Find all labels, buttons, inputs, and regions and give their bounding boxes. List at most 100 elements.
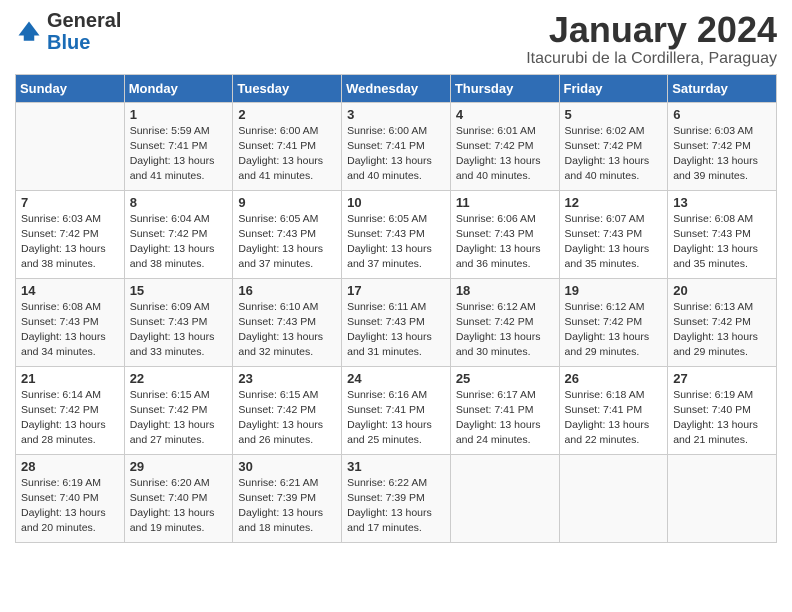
day-number: 11 (456, 195, 554, 210)
day-number: 14 (21, 283, 119, 298)
calendar-cell: 23 Sunrise: 6:15 AM Sunset: 7:42 PM Dayli… (233, 366, 342, 454)
day-info: Sunrise: 6:12 AM Sunset: 7:42 PM Dayligh… (565, 300, 663, 361)
day-number: 28 (21, 459, 119, 474)
calendar-cell: 1 Sunrise: 5:59 AM Sunset: 7:41 PM Daylig… (124, 102, 233, 190)
day-info: Sunrise: 6:03 AM Sunset: 7:42 PM Dayligh… (21, 212, 119, 273)
day-info: Sunrise: 6:06 AM Sunset: 7:43 PM Dayligh… (456, 212, 554, 273)
weekday-header-monday: Monday (124, 74, 233, 102)
day-info: Sunrise: 6:12 AM Sunset: 7:42 PM Dayligh… (456, 300, 554, 361)
day-info: Sunrise: 6:13 AM Sunset: 7:42 PM Dayligh… (673, 300, 771, 361)
title-block: January 2024 Itacurubi de la Cordillera,… (526, 10, 777, 68)
day-info: Sunrise: 6:04 AM Sunset: 7:42 PM Dayligh… (130, 212, 228, 273)
calendar-cell: 31Sunrise: 6:22 AM Sunset: 7:39 PM Dayli… (342, 454, 451, 542)
day-info: Sunrise: 6:05 AM Sunset: 7:43 PM Dayligh… (238, 212, 336, 273)
day-info: Sunrise: 6:21 AM Sunset: 7:39 PM Dayligh… (238, 476, 336, 537)
calendar-header: SundayMondayTuesdayWednesdayThursdayFrid… (16, 74, 777, 102)
day-number: 6 (673, 107, 771, 122)
calendar-cell: 11 Sunrise: 6:06 AM Sunset: 7:43 PM Dayli… (450, 190, 559, 278)
day-number: 7 (21, 195, 119, 210)
weekday-header-tuesday: Tuesday (233, 74, 342, 102)
day-info: Sunrise: 6:05 AM Sunset: 7:43 PM Dayligh… (347, 212, 445, 273)
logo: General Blue (15, 10, 121, 54)
calendar-cell: 13 Sunrise: 6:08 AM Sunset: 7:43 PM Dayli… (668, 190, 777, 278)
logo-icon (15, 18, 43, 46)
day-info: Sunrise: 6:00 AM Sunset: 7:41 PM Dayligh… (347, 124, 445, 185)
day-number: 26 (565, 371, 663, 386)
calendar-title: January 2024 (526, 10, 777, 50)
calendar-cell: 29 Sunrise: 6:20 AM Sunset: 7:40 PM Dayli… (124, 454, 233, 542)
day-number: 2 (238, 107, 336, 122)
day-number: 8 (130, 195, 228, 210)
day-number: 9 (238, 195, 336, 210)
calendar-week-row: 7 Sunrise: 6:03 AM Sunset: 7:42 PM Daylig… (16, 190, 777, 278)
day-number: 23 (238, 371, 336, 386)
calendar-week-row: 21 Sunrise: 6:14 AM Sunset: 7:42 PM Dayli… (16, 366, 777, 454)
calendar-cell: 5 Sunrise: 6:02 AM Sunset: 7:42 PM Daylig… (559, 102, 668, 190)
day-info: Sunrise: 6:08 AM Sunset: 7:43 PM Dayligh… (673, 212, 771, 273)
day-number: 15 (130, 283, 228, 298)
day-info: Sunrise: 6:20 AM Sunset: 7:40 PM Dayligh… (130, 476, 228, 537)
day-info: Sunrise: 6:07 AM Sunset: 7:43 PM Dayligh… (565, 212, 663, 273)
weekday-header-thursday: Thursday (450, 74, 559, 102)
calendar-cell: 18 Sunrise: 6:12 AM Sunset: 7:42 PM Dayli… (450, 278, 559, 366)
day-info: Sunrise: 6:15 AM Sunset: 7:42 PM Dayligh… (238, 388, 336, 449)
day-info: Sunrise: 6:11 AM Sunset: 7:43 PM Dayligh… (347, 300, 445, 361)
calendar-week-row: 28Sunrise: 6:19 AM Sunset: 7:40 PM Dayli… (16, 454, 777, 542)
calendar-cell (450, 454, 559, 542)
calendar-cell: 25 Sunrise: 6:17 AM Sunset: 7:41 PM Dayli… (450, 366, 559, 454)
calendar-cell: 6 Sunrise: 6:03 AM Sunset: 7:42 PM Daylig… (668, 102, 777, 190)
calendar-cell: 3 Sunrise: 6:00 AM Sunset: 7:41 PM Daylig… (342, 102, 451, 190)
calendar-body: 1 Sunrise: 5:59 AM Sunset: 7:41 PM Daylig… (16, 102, 777, 542)
calendar-cell: 20 Sunrise: 6:13 AM Sunset: 7:42 PM Dayli… (668, 278, 777, 366)
calendar-cell: 19Sunrise: 6:12 AM Sunset: 7:42 PM Dayli… (559, 278, 668, 366)
weekday-header-wednesday: Wednesday (342, 74, 451, 102)
day-info: Sunrise: 6:10 AM Sunset: 7:43 PM Dayligh… (238, 300, 336, 361)
calendar-cell: 7 Sunrise: 6:03 AM Sunset: 7:42 PM Daylig… (16, 190, 125, 278)
day-number: 10 (347, 195, 445, 210)
day-info: Sunrise: 6:17 AM Sunset: 7:41 PM Dayligh… (456, 388, 554, 449)
day-number: 13 (673, 195, 771, 210)
calendar-cell: 27Sunrise: 6:19 AM Sunset: 7:40 PM Dayli… (668, 366, 777, 454)
calendar-cell: 28Sunrise: 6:19 AM Sunset: 7:40 PM Dayli… (16, 454, 125, 542)
day-number: 22 (130, 371, 228, 386)
calendar-cell: 4Sunrise: 6:01 AM Sunset: 7:42 PM Daylig… (450, 102, 559, 190)
day-number: 17 (347, 283, 445, 298)
day-number: 24 (347, 371, 445, 386)
calendar-cell: 10 Sunrise: 6:05 AM Sunset: 7:43 PM Dayli… (342, 190, 451, 278)
day-number: 29 (130, 459, 228, 474)
logo-general-text: General (47, 10, 121, 32)
day-number: 5 (565, 107, 663, 122)
day-number: 25 (456, 371, 554, 386)
calendar-cell: 12Sunrise: 6:07 AM Sunset: 7:43 PM Dayli… (559, 190, 668, 278)
day-info: Sunrise: 6:18 AM Sunset: 7:41 PM Dayligh… (565, 388, 663, 449)
day-number: 20 (673, 283, 771, 298)
day-info: Sunrise: 6:03 AM Sunset: 7:42 PM Dayligh… (673, 124, 771, 185)
calendar-subtitle: Itacurubi de la Cordillera, Paraguay (526, 50, 777, 68)
day-number: 21 (21, 371, 119, 386)
logo-text: General Blue (47, 10, 121, 54)
day-info: Sunrise: 5:59 AM Sunset: 7:41 PM Dayligh… (130, 124, 228, 185)
calendar-cell: 16 Sunrise: 6:10 AM Sunset: 7:43 PM Dayli… (233, 278, 342, 366)
calendar-cell: 30 Sunrise: 6:21 AM Sunset: 7:39 PM Dayli… (233, 454, 342, 542)
logo-blue-text: Blue (47, 32, 90, 54)
day-info: Sunrise: 6:15 AM Sunset: 7:42 PM Dayligh… (130, 388, 228, 449)
day-number: 31 (347, 459, 445, 474)
weekday-header-saturday: Saturday (668, 74, 777, 102)
day-info: Sunrise: 6:02 AM Sunset: 7:42 PM Dayligh… (565, 124, 663, 185)
calendar-cell: 26 Sunrise: 6:18 AM Sunset: 7:41 PM Dayli… (559, 366, 668, 454)
day-number: 3 (347, 107, 445, 122)
day-info: Sunrise: 6:14 AM Sunset: 7:42 PM Dayligh… (21, 388, 119, 449)
calendar-week-row: 1 Sunrise: 5:59 AM Sunset: 7:41 PM Daylig… (16, 102, 777, 190)
day-number: 1 (130, 107, 228, 122)
calendar-table: SundayMondayTuesdayWednesdayThursdayFrid… (15, 74, 777, 543)
day-number: 18 (456, 283, 554, 298)
day-info: Sunrise: 6:19 AM Sunset: 7:40 PM Dayligh… (673, 388, 771, 449)
calendar-cell (559, 454, 668, 542)
calendar-cell (16, 102, 125, 190)
day-number: 16 (238, 283, 336, 298)
calendar-cell (668, 454, 777, 542)
calendar-cell: 8 Sunrise: 6:04 AM Sunset: 7:42 PM Daylig… (124, 190, 233, 278)
weekday-header-row: SundayMondayTuesdayWednesdayThursdayFrid… (16, 74, 777, 102)
weekday-header-sunday: Sunday (16, 74, 125, 102)
day-number: 30 (238, 459, 336, 474)
